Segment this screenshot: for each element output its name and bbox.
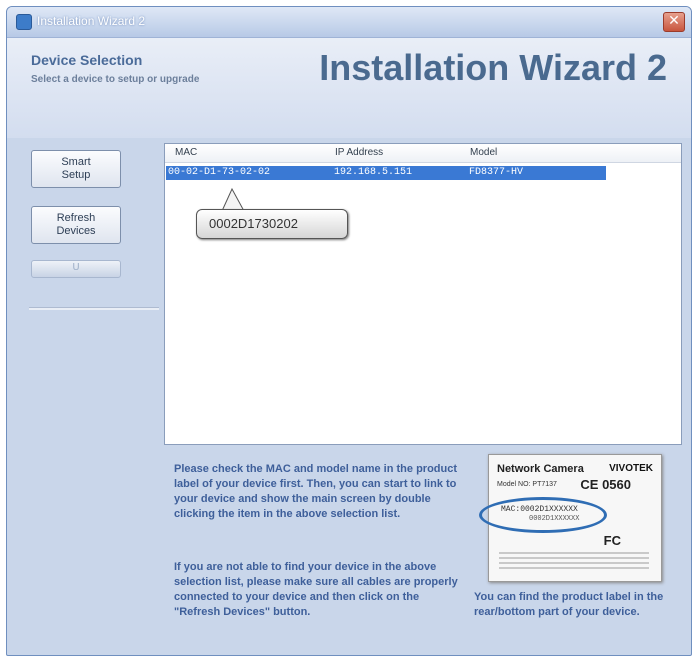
smart-setup-label-line2: Setup bbox=[61, 169, 91, 181]
callout-text: 0002D1730202 bbox=[209, 216, 298, 231]
installation-wizard-window: Installation Wizard 2 ✕ Device Selection… bbox=[6, 6, 692, 656]
column-header-model[interactable]: Model bbox=[470, 147, 497, 158]
section-subtitle: Select a device to setup or upgrade bbox=[31, 74, 200, 85]
app-icon bbox=[16, 14, 32, 30]
smart-setup-label-line1: Smart bbox=[61, 156, 91, 168]
product-label-note: You can find the product label in the re… bbox=[474, 591, 664, 618]
label-brand-logo: VIVOTEK bbox=[609, 463, 653, 474]
label-title: Network Camera bbox=[497, 463, 584, 475]
instruction-paragraph-1: Please check the MAC and model name in t… bbox=[174, 463, 458, 520]
device-list-header: MAC IP Address Model bbox=[165, 144, 681, 163]
label-fine-print bbox=[499, 549, 649, 572]
sidebar: Smart Setup Refresh Devices U bbox=[15, 142, 130, 312]
title-bar[interactable]: Installation Wizard 2 ✕ bbox=[7, 7, 691, 38]
section-title: Device Selection bbox=[31, 52, 143, 68]
device-ip: 192.168.5.151 bbox=[334, 167, 413, 178]
disabled-button[interactable]: U bbox=[31, 260, 121, 278]
device-row[interactable]: 00-02-D1-73-02-02 192.168.5.151 FD8377-H… bbox=[166, 166, 606, 180]
wizard-title: Installation Wizard 2 bbox=[319, 47, 667, 88]
smart-setup-button[interactable]: Smart Setup bbox=[31, 150, 121, 188]
refresh-devices-button[interactable]: Refresh Devices bbox=[31, 206, 121, 244]
instruction-paragraph-2: If you are not able to find your device … bbox=[174, 561, 458, 618]
mac-highlight-ellipse bbox=[479, 497, 607, 533]
column-header-ip[interactable]: IP Address bbox=[335, 147, 383, 158]
sidebar-divider bbox=[29, 307, 159, 310]
refresh-label-line2: Devices bbox=[56, 225, 96, 237]
window-title: Installation Wizard 2 bbox=[37, 14, 146, 28]
device-mac: 00-02-D1-73-02-02 bbox=[168, 167, 271, 178]
column-header-mac[interactable]: MAC bbox=[175, 147, 197, 158]
label-fc-mark: FC bbox=[603, 533, 621, 548]
device-model: FD8377-HV bbox=[469, 167, 524, 178]
label-ce-mark: CE 0560 bbox=[580, 477, 631, 492]
mac-callout: 0002D1730202 bbox=[196, 209, 348, 239]
close-button[interactable]: ✕ bbox=[663, 12, 685, 32]
label-model: Model NO: PT7137 bbox=[497, 481, 557, 488]
refresh-label-line1: Refresh bbox=[56, 212, 96, 224]
